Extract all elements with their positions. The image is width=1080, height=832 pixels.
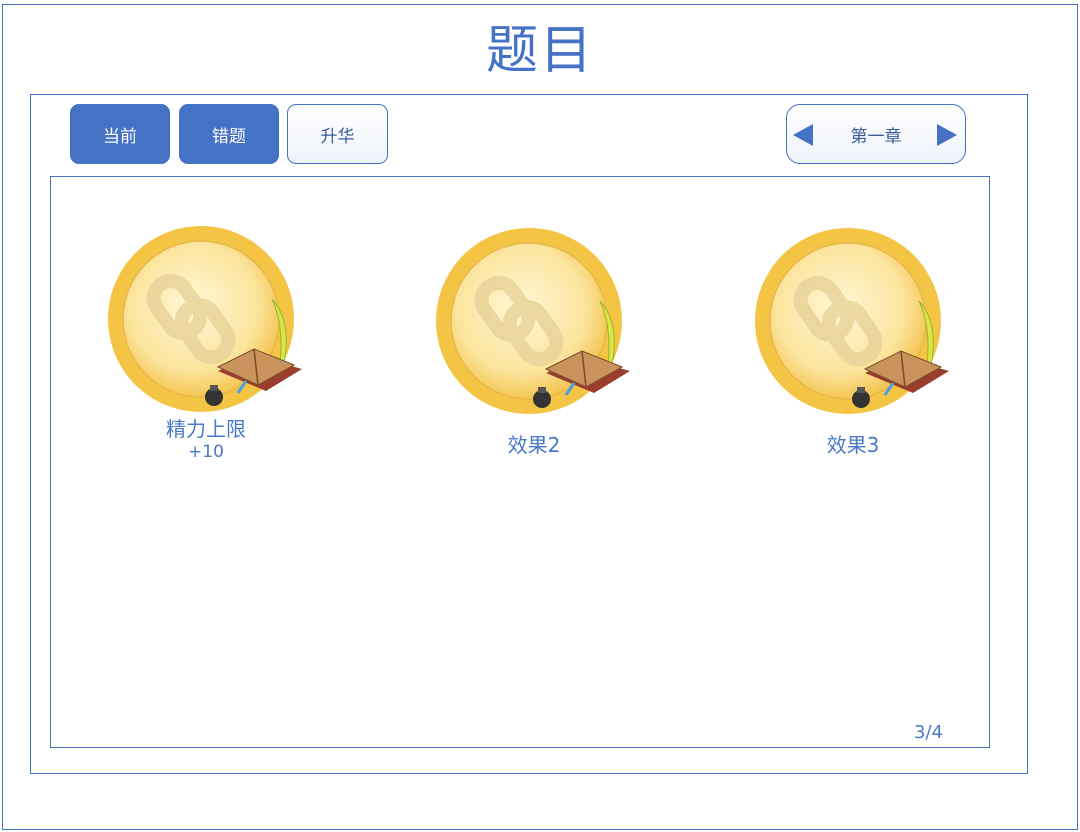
pagination-indicator: 3/4 bbox=[914, 722, 943, 743]
effects-content-area: 精力上限 +10 效果2 效果3 3/4 bbox=[50, 176, 990, 748]
page-title: 题目 bbox=[485, 21, 594, 81]
chapter-next-icon[interactable] bbox=[933, 122, 959, 148]
effect-card-3[interactable]: 效果3 bbox=[743, 223, 963, 457]
effect-card-2[interactable]: 效果2 bbox=[424, 223, 644, 457]
chapter-label: 第一章 bbox=[850, 126, 902, 147]
effect-card-1[interactable]: 精力上限 +10 bbox=[96, 221, 316, 463]
effect-card-label: 精力上限 bbox=[166, 417, 246, 441]
effect-card-value: +10 bbox=[188, 442, 224, 462]
gold-chain-book-badge-icon bbox=[436, 228, 630, 414]
tab-sublimation[interactable]: 升华 bbox=[287, 104, 388, 164]
gold-chain-book-badge-icon bbox=[755, 228, 949, 414]
gold-chain-book-badge-icon bbox=[108, 226, 302, 412]
effect-card-label: 效果3 bbox=[826, 433, 880, 457]
chapter-selector: 第一章 bbox=[786, 104, 966, 164]
effect-card-label: 效果2 bbox=[507, 433, 561, 457]
chapter-prev-icon[interactable] bbox=[791, 122, 817, 148]
tab-current[interactable]: 当前 bbox=[70, 104, 170, 164]
tab-wrong-questions[interactable]: 错题 bbox=[179, 104, 279, 164]
